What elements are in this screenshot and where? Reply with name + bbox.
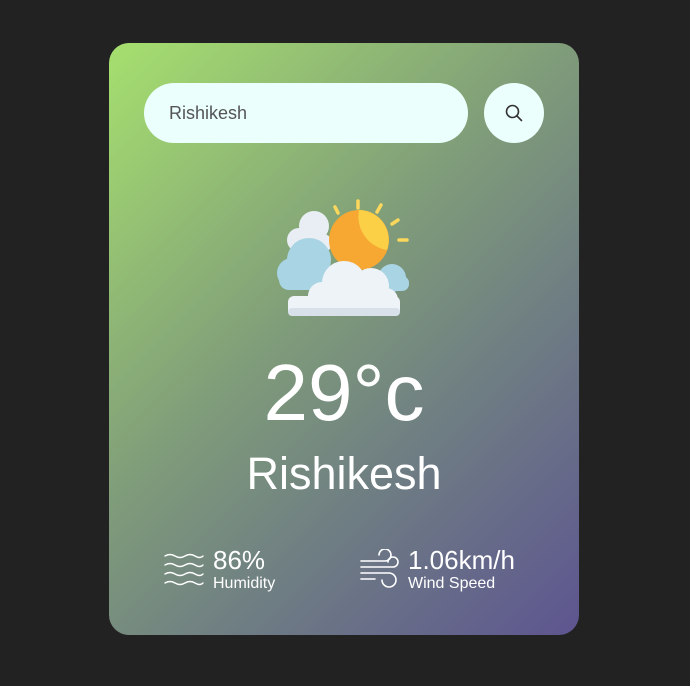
wind-icon [360, 549, 399, 588]
humidity-value: 86% [213, 545, 266, 575]
city-name: Rishikesh [246, 448, 442, 499]
search-bar [144, 83, 544, 143]
wind-label: Wind Speed [408, 575, 496, 592]
weather-card: 29°c Rishikesh 86% Humidity [109, 43, 579, 635]
wind-value: 1.06km/h [408, 545, 515, 575]
temperature: 29°c [263, 348, 425, 437]
weather-details: 86% Humidity 1.06km/h Wind Speed [163, 545, 543, 605]
partly-cloudy-sun-icon [277, 199, 409, 316]
search-input[interactable] [144, 83, 468, 143]
humidity-waves-icon [164, 553, 204, 586]
humidity-label: Humidity [213, 575, 276, 592]
wind-section: 1.06km/h Wind Speed [358, 545, 515, 593]
search-icon [505, 104, 523, 122]
humidity-section: 86% Humidity [163, 545, 275, 593]
search-button[interactable] [484, 83, 544, 143]
